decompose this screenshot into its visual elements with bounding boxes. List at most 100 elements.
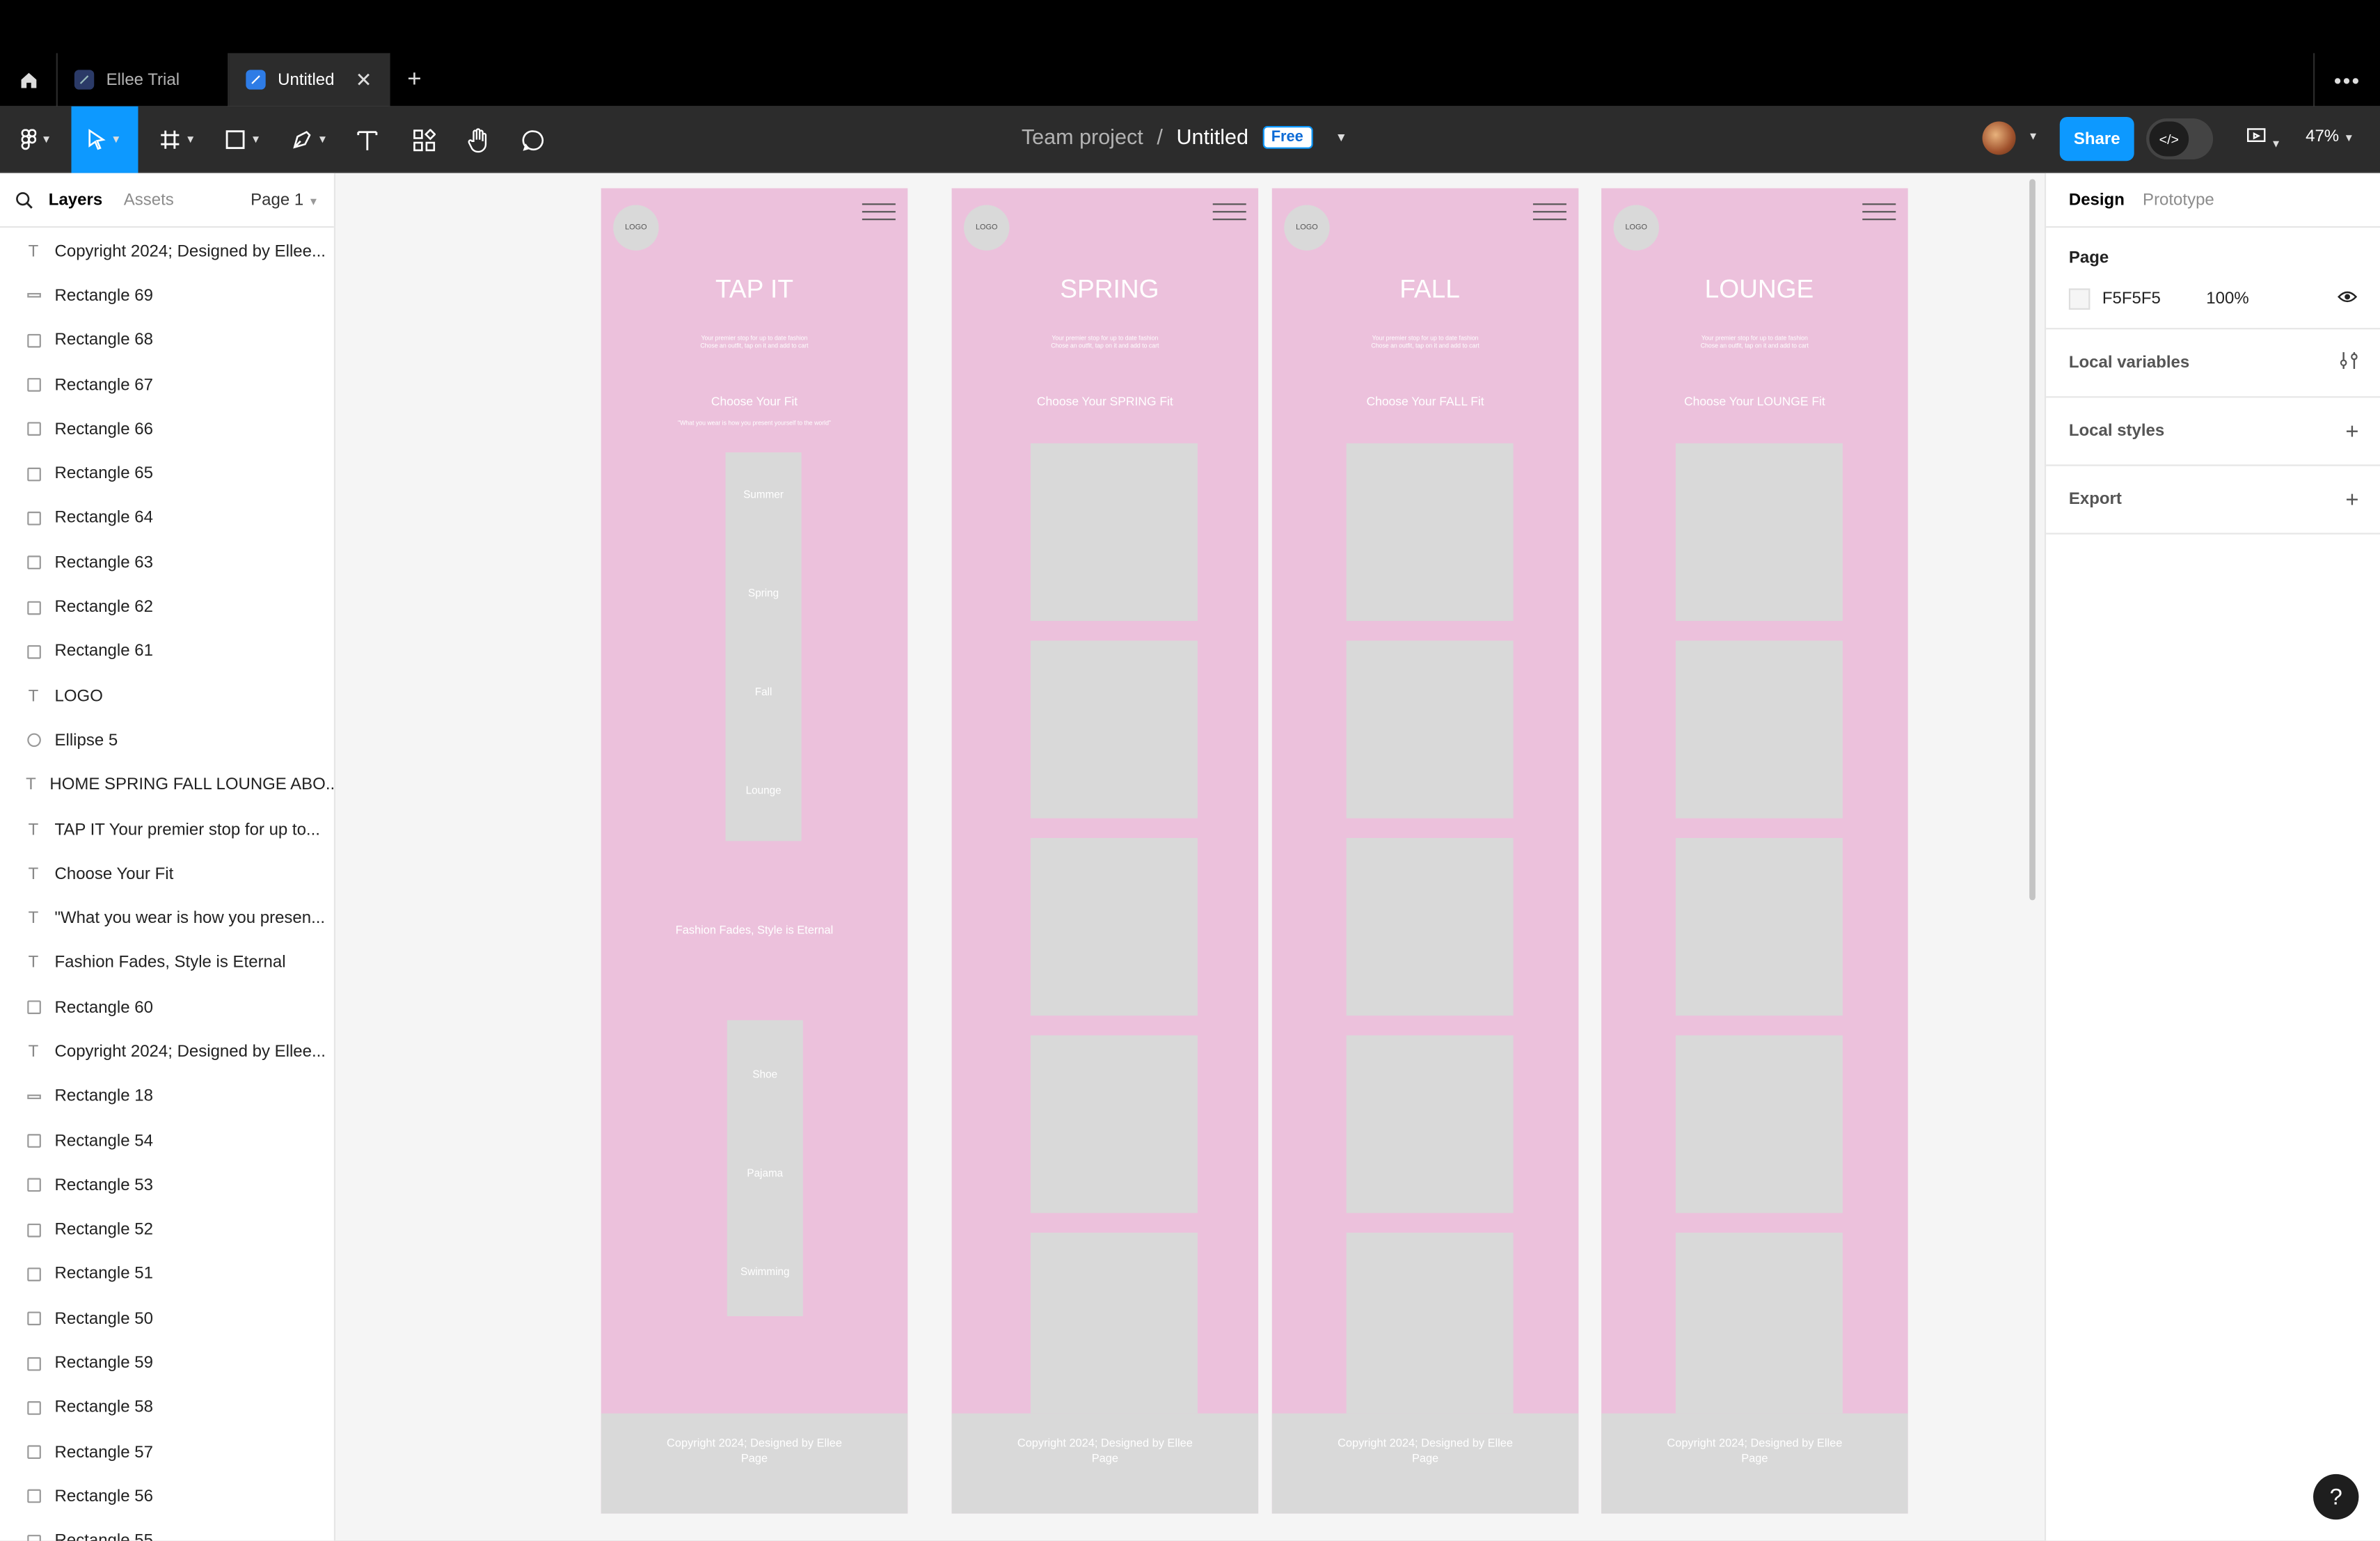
layer-row[interactable]: Rectangle 66 (0, 407, 334, 452)
local-styles-label: Local styles (2068, 422, 2165, 441)
layer-row[interactable]: Rectangle 59 (0, 1341, 334, 1386)
layer-row[interactable]: Rectangle 68 (0, 318, 334, 363)
tab-layers[interactable]: Layers (49, 191, 102, 209)
layer-row[interactable]: T Copyright 2024; Designed by Ellee... (0, 1030, 334, 1075)
text-layer-icon: T (26, 775, 36, 795)
text-layer-icon: T (28, 954, 39, 972)
move-tool[interactable]: ▼ (71, 106, 138, 173)
product-placeholder (1675, 640, 1843, 819)
canvas-scrollbar[interactable] (2029, 179, 2036, 901)
product-placeholder (1346, 443, 1514, 622)
present-button[interactable]: ▼ (2246, 127, 2281, 152)
pen-tool[interactable]: ▼ (284, 106, 335, 173)
play-icon (2247, 128, 2266, 143)
tab-ellee-trial[interactable]: Ellee Trial (58, 53, 230, 106)
line-layer-icon (26, 1094, 41, 1099)
layer-row[interactable]: Rectangle 54 (0, 1119, 334, 1163)
layers-panel-header: Layers Assets Page 1 ▼ (0, 173, 334, 228)
close-icon[interactable]: ✕ (356, 68, 372, 92)
layer-row[interactable]: Rectangle 65 (0, 452, 334, 496)
rectangle-layer-icon (26, 466, 41, 481)
local-styles-section[interactable]: Local styles + (2046, 397, 2380, 466)
hand-tool[interactable] (461, 106, 495, 173)
export-section[interactable]: Export + (2046, 466, 2380, 535)
page-opacity-value[interactable]: 100% (2206, 290, 2248, 308)
properties-tabs: Design Prototype (2046, 173, 2380, 228)
layer-row[interactable]: Rectangle 58 (0, 1386, 334, 1430)
project-name[interactable]: Team project (1022, 125, 1143, 149)
text-layer-icon: T (28, 242, 39, 261)
layer-row[interactable]: Ellipse 5 (0, 718, 334, 763)
layer-row[interactable]: Rectangle 56 (0, 1475, 334, 1519)
frame-title: SPRING (1060, 274, 1159, 304)
frame-fall[interactable]: LOGO FALL Your premier stop for up to da… (1271, 188, 1579, 1514)
layer-row[interactable]: Rectangle 69 (0, 274, 334, 318)
tagline: Fashion Fades, Style is Eternal (675, 923, 834, 937)
layer-row[interactable]: T LOGO (0, 674, 334, 718)
avatar[interactable] (1982, 121, 2016, 155)
choose-your-fit: Choose Your FALL Fit (1366, 395, 1484, 409)
new-tab-button[interactable]: + (390, 53, 439, 106)
page-color-value[interactable]: F5F5F5 (2102, 290, 2161, 308)
page-selector[interactable]: Page 1 ▼ (251, 191, 319, 209)
text-tool[interactable] (351, 106, 384, 173)
tab-assets[interactable]: Assets (124, 191, 174, 209)
tab-untitled[interactable]: Untitled ✕ (229, 53, 390, 106)
main-menu-button[interactable]: ▼ (12, 106, 61, 173)
share-button[interactable]: Share (2059, 116, 2134, 161)
frame-title: LOUNGE (1704, 274, 1814, 304)
layer-row[interactable]: T HOME SPRING FALL LOUNGE ABO... (0, 763, 334, 807)
layer-row[interactable]: Rectangle 63 (0, 541, 334, 585)
plan-badge[interactable]: Free (1262, 125, 1312, 148)
layer-row[interactable]: T Fashion Fades, Style is Eternal (0, 941, 334, 986)
comment-tool[interactable] (516, 106, 550, 173)
layer-name: Ellipse 5 (54, 732, 118, 750)
frame-home[interactable]: LOGO TAP IT Your premier stop for up to … (601, 188, 908, 1514)
frame-tool[interactable]: ▼ (152, 106, 203, 173)
eye-icon[interactable] (2338, 290, 2358, 308)
search-icon[interactable] (15, 191, 33, 209)
layer-row[interactable]: Rectangle 67 (0, 363, 334, 407)
layer-row[interactable]: T "What you wear is how you presen... (0, 896, 334, 941)
resources-tool[interactable] (407, 106, 441, 173)
layer-row[interactable]: T Choose Your Fit (0, 852, 334, 896)
layer-row[interactable]: Rectangle 50 (0, 1297, 334, 1341)
zoom-control[interactable]: 47% ▼ (2306, 127, 2354, 145)
tab-prototype[interactable]: Prototype (2143, 191, 2214, 209)
dev-mode-toggle[interactable]: </> (2146, 118, 2214, 160)
home-tab[interactable] (0, 53, 58, 106)
category-column-secondary: Shoe Pajama Swimming (727, 1020, 803, 1317)
tab-design[interactable]: Design (2069, 191, 2125, 209)
frame-spring[interactable]: LOGO SPRING Your premier stop for up to … (951, 188, 1259, 1514)
chevron-down-icon[interactable]: ▼ (1335, 129, 1347, 143)
tab-strip: Ellee Trial Untitled ✕ + (0, 53, 438, 106)
layer-row[interactable]: Rectangle 51 (0, 1252, 334, 1297)
layer-row[interactable]: Rectangle 18 (0, 1074, 334, 1119)
chevron-down-icon[interactable]: ▼ (2028, 132, 2038, 143)
layer-row[interactable]: T TAP IT Your premier stop for up to... (0, 807, 334, 852)
layer-row[interactable]: Rectangle 64 (0, 496, 334, 541)
layer-name: Rectangle 52 (54, 1220, 153, 1240)
file-name[interactable]: Untitled (1176, 125, 1248, 149)
layer-row[interactable]: Rectangle 52 (0, 1208, 334, 1252)
shape-tool[interactable]: ▼ (217, 106, 269, 173)
layer-row[interactable]: Rectangle 60 (0, 986, 334, 1030)
color-swatch[interactable] (2068, 288, 2091, 310)
layer-row[interactable]: Rectangle 61 (0, 629, 334, 674)
layer-row[interactable]: Rectangle 62 (0, 585, 334, 630)
pen-icon (293, 131, 311, 149)
layer-row[interactable]: Rectangle 53 (0, 1163, 334, 1208)
rectangle-layer-icon (26, 600, 41, 615)
plus-icon[interactable]: + (2345, 487, 2358, 512)
variables-icon[interactable] (2339, 350, 2358, 376)
layer-row[interactable]: Rectangle 55 (0, 1519, 334, 1541)
layer-row[interactable]: Rectangle 57 (0, 1430, 334, 1475)
local-variables-section[interactable]: Local variables (2046, 329, 2380, 398)
help-button[interactable]: ? (2313, 1473, 2359, 1520)
layer-row[interactable]: T Copyright 2024; Designed by Ellee... (0, 229, 334, 274)
breadcrumb: Team project / Untitled Free ▼ (1022, 125, 1347, 149)
more-options-button[interactable]: ••• (2313, 53, 2380, 106)
page-fill-row: F5F5F5 100% (2068, 288, 2358, 310)
frame-lounge[interactable]: LOGO LOUNGE Your premier stop for up to … (1601, 188, 1908, 1514)
plus-icon[interactable]: + (2345, 418, 2358, 444)
